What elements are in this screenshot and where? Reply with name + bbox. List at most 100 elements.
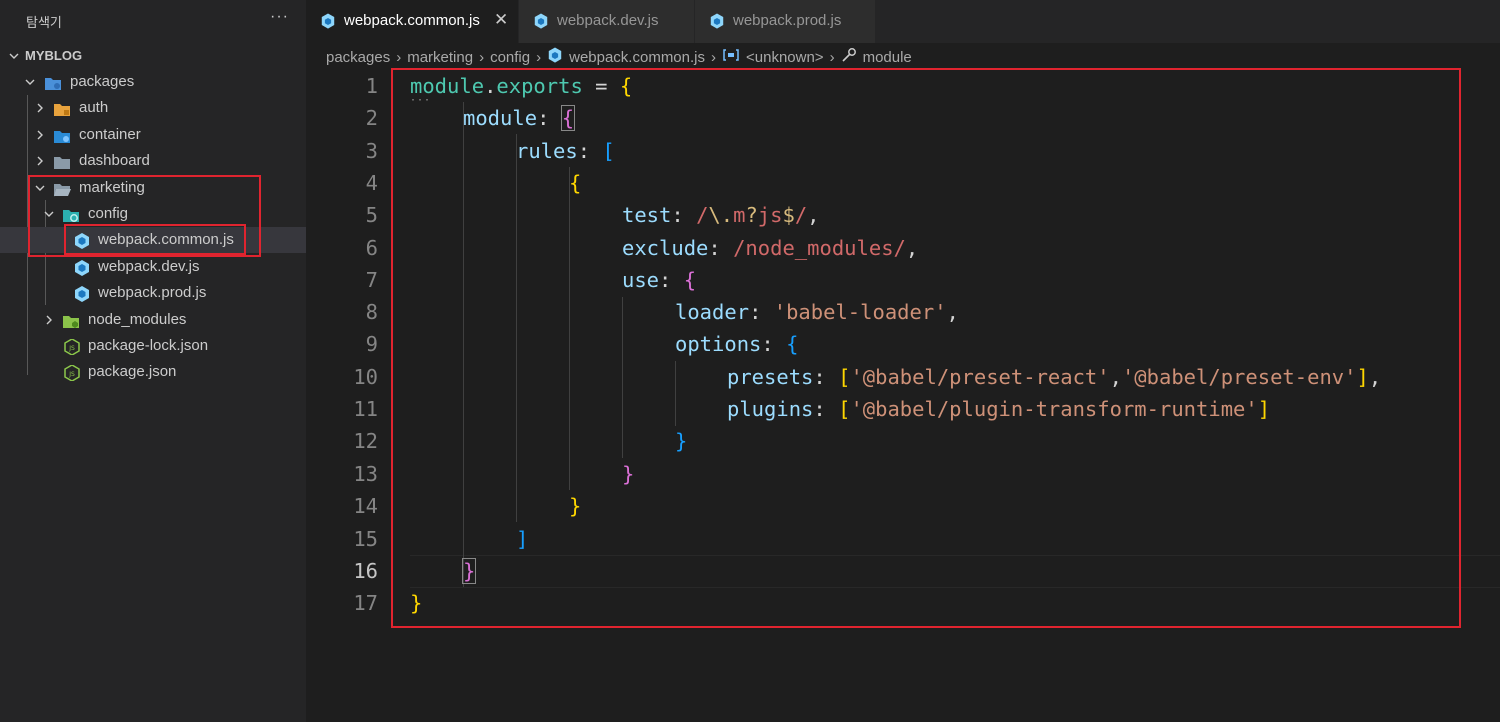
- tree-item-label: MYBLOG: [25, 48, 83, 63]
- code-line-8: loader: 'babel-loader',: [675, 296, 959, 328]
- webpack-icon: [533, 13, 549, 30]
- more-actions-icon[interactable]: ···: [270, 8, 289, 26]
- token: }: [569, 494, 582, 518]
- token: '@babel/preset-env': [1121, 365, 1357, 389]
- tree-item-auth[interactable]: auth: [0, 95, 306, 121]
- folder-open-icon: [53, 180, 71, 197]
- breadcrumb-item[interactable]: <unknown>: [746, 49, 824, 66]
- token: \.: [708, 203, 734, 227]
- token: ,: [1109, 365, 1122, 389]
- tree-item-webpack-dev[interactable]: webpack.dev.js: [0, 254, 306, 280]
- indent-guide: [675, 361, 676, 426]
- chevron-right-icon: ›: [829, 48, 835, 66]
- token: :: [577, 139, 603, 163]
- tab-webpack-common[interactable]: webpack.common.js ✕: [306, 0, 519, 43]
- tree-item-container[interactable]: container: [0, 122, 306, 148]
- tree-item-webpack-common[interactable]: webpack.common.js: [0, 227, 306, 253]
- chevron-down-icon: [41, 201, 57, 227]
- token: {: [786, 332, 799, 356]
- token: /: [696, 203, 709, 227]
- code-line-2: module: {: [463, 102, 576, 134]
- tree-item-webpack-prod[interactable]: webpack.prod.js: [0, 280, 306, 306]
- tab-label: webpack.dev.js: [557, 12, 659, 29]
- line-number-current: 16: [353, 559, 378, 583]
- code-line-17: }: [410, 587, 422, 619]
- token: :: [761, 332, 787, 356]
- token: ?: [745, 203, 758, 227]
- token: loader: [675, 300, 750, 324]
- tab-label: webpack.prod.js: [733, 12, 842, 29]
- token: /node_modules/: [733, 236, 906, 260]
- code-line-4: {: [569, 167, 581, 199]
- line-number: 12: [353, 429, 378, 453]
- token: :: [537, 106, 562, 130]
- line-number: 14: [353, 494, 378, 518]
- tree-item-label: package-lock.json: [88, 337, 209, 354]
- folder-container-icon: [53, 127, 71, 143]
- chevron-right-icon: [41, 307, 57, 333]
- token: :: [749, 300, 774, 324]
- webpack-icon: [547, 47, 563, 68]
- token: {: [683, 268, 697, 292]
- webpack-icon: [320, 13, 336, 30]
- line-number: 10: [353, 365, 378, 389]
- token: plugins: [727, 397, 814, 421]
- breadcrumb-item[interactable]: packages: [326, 49, 390, 66]
- close-icon[interactable]: ✕: [494, 10, 508, 30]
- chevron-down-icon: [22, 69, 38, 95]
- tree-root-myblog[interactable]: MYBLOG: [0, 43, 306, 69]
- token: }: [461, 558, 477, 584]
- line-number: 2: [365, 106, 378, 130]
- tree-item-label: node_modules: [88, 311, 187, 328]
- token: 'babel-loader': [773, 300, 947, 324]
- token: .: [484, 74, 497, 98]
- nodejs-icon: JS: [63, 364, 81, 382]
- token: /: [794, 203, 808, 227]
- token: module: [463, 106, 538, 130]
- breadcrumb-item[interactable]: module: [863, 49, 912, 66]
- token: '@babel/preset-react': [850, 365, 1110, 389]
- chevron-right-icon: [32, 122, 48, 148]
- folder-packages-icon: [44, 74, 62, 90]
- token: }: [622, 462, 635, 486]
- tree-item-package-json[interactable]: JS package.json: [0, 359, 306, 385]
- token: ,: [1368, 365, 1382, 389]
- token: }: [410, 591, 423, 615]
- explorer-sidebar: 탐색기 ··· MYBLOG packages auth container d…: [0, 0, 306, 722]
- tab-webpack-dev[interactable]: webpack.dev.js: [519, 0, 695, 43]
- folder-config-icon: [62, 206, 80, 222]
- tree-item-config[interactable]: config: [0, 201, 306, 227]
- breadcrumb-item[interactable]: marketing: [407, 49, 473, 66]
- breadcrumb-item[interactable]: config: [490, 49, 530, 66]
- indent-guide: [516, 134, 517, 522]
- line-number: 11: [353, 397, 378, 421]
- token: {: [569, 171, 582, 195]
- token: options: [675, 332, 762, 356]
- tab-webpack-prod[interactable]: webpack.prod.js: [695, 0, 876, 43]
- webpack-icon: [73, 285, 91, 302]
- svg-text:JS: JS: [68, 345, 75, 352]
- token: ]: [1356, 365, 1369, 389]
- code-line-1: module.exports = {: [410, 70, 632, 102]
- breadcrumb-item[interactable]: webpack.common.js: [569, 49, 705, 66]
- webpack-icon: [73, 232, 91, 249]
- tree-item-package-lock[interactable]: JS package-lock.json: [0, 333, 306, 359]
- token: js: [757, 203, 783, 227]
- tree-item-marketing[interactable]: marketing: [0, 175, 306, 201]
- code-line-6: exclude: /node_modules/,: [622, 232, 918, 264]
- webpack-icon: [709, 13, 725, 30]
- code-line-13: }: [622, 458, 634, 490]
- tree-item-packages[interactable]: packages: [0, 69, 306, 95]
- chevron-right-icon: ›: [396, 48, 402, 66]
- code-editor[interactable]: 1 2 3 4 5 6 7 8 9 10 11 12 13 14 15 16 1…: [306, 70, 1500, 722]
- tree-item-label: packages: [70, 73, 135, 90]
- tree-item-label: auth: [79, 99, 109, 116]
- nodejs-icon: JS: [63, 338, 81, 356]
- token: [: [838, 397, 851, 421]
- token: rules: [516, 139, 578, 163]
- tree-item-dashboard[interactable]: dashboard: [0, 148, 306, 174]
- explorer-header: 탐색기 ···: [0, 0, 306, 42]
- tree-item-node-modules[interactable]: node_modules: [0, 307, 306, 333]
- token: {: [560, 105, 576, 131]
- token: ,: [807, 203, 820, 227]
